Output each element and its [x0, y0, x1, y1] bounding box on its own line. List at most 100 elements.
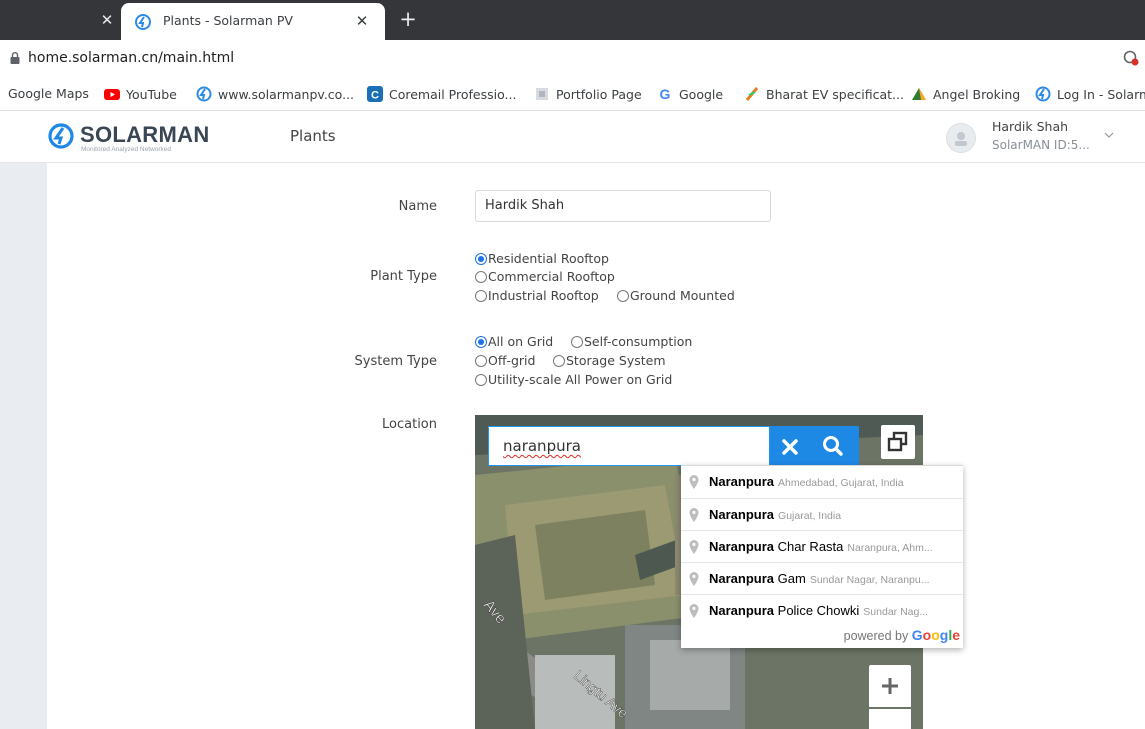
zoom-in-button[interactable]: [869, 665, 911, 707]
lock-icon[interactable]: [10, 52, 20, 64]
bookmark-coremail[interactable]: C Coremail Professio...: [367, 86, 516, 102]
extension-icon[interactable]: [1123, 49, 1139, 67]
radio-label: Industrial Rooftop: [488, 288, 599, 303]
bookmark-solarmanpv[interactable]: www.solarmanpv.co...: [196, 86, 354, 102]
suggestion-item[interactable]: Naranpura Ahmedabad, Gujarat, India: [681, 466, 963, 498]
suggestion-match: Naranpura: [709, 603, 775, 618]
name-field[interactable]: Hardik Shah: [475, 190, 771, 222]
radio-storage-system[interactable]: Storage System: [553, 352, 666, 369]
angel-icon: [912, 88, 926, 100]
bookmark-label: www.solarmanpv.co...: [218, 87, 355, 102]
left-sidebar: [0, 163, 47, 729]
suggestion-secondary: Naranpura, Ahm...: [847, 542, 933, 554]
radio-button[interactable]: [475, 290, 487, 302]
portfolio-icon: [536, 88, 548, 100]
bookmark-angel-broking[interactable]: Angel Broking: [911, 86, 1020, 102]
radio-button[interactable]: [553, 355, 565, 367]
google-logo: Google: [911, 627, 960, 643]
radio-utility-scale[interactable]: Utility-scale All Power on Grid: [475, 371, 672, 388]
radio-button[interactable]: [617, 290, 629, 302]
radio-self-consumption[interactable]: Self-consumption: [571, 333, 692, 350]
radio-button[interactable]: [475, 271, 487, 283]
suggestion-item[interactable]: Naranpura Gujarat, India: [681, 498, 963, 530]
suggestion-secondary: Gujarat, India: [778, 510, 842, 522]
new-tab-icon[interactable]: +: [397, 8, 419, 30]
solarman-logo-icon[interactable]: [48, 123, 74, 149]
bookmark-bharat-ev[interactable]: Bharat EV specificat...: [744, 86, 904, 102]
bookmark-google[interactable]: G Google: [657, 86, 724, 102]
radio-label: Storage System: [566, 353, 666, 368]
bookmark-label: Coremail Professio...: [389, 87, 517, 102]
suggestion-match: Naranpura: [709, 539, 775, 554]
radio-label: Residential Rooftop: [488, 251, 609, 266]
radio-industrial-rooftop[interactable]: Industrial Rooftop: [475, 287, 599, 304]
radio-button[interactable]: [475, 374, 487, 386]
radio-button[interactable]: [475, 355, 487, 367]
radio-residential-rooftop[interactable]: Residential Rooftop: [475, 250, 609, 267]
radio-all-on-grid[interactable]: All on Grid: [475, 333, 553, 350]
autocomplete-dropdown: Naranpura Ahmedabad, Gujarat, India Naran…: [681, 465, 963, 648]
map-pin-icon: [689, 508, 699, 522]
bookmark-log-in-solarman[interactable]: Log In - Solarm: [1035, 86, 1145, 102]
suggestion-main-rest: Char Rasta: [774, 539, 844, 554]
suggestion-secondary: Ahmedabad, Gujarat, India: [778, 477, 904, 489]
suggestion-secondary: Sundar Nagar, Naranpu...: [809, 574, 930, 586]
address-bar[interactable]: home.solarman.cn/main.html: [0, 40, 1145, 77]
logo-text[interactable]: SOLARMAN: [80, 122, 210, 148]
suggestion-item[interactable]: Naranpura Police Chowki Sundar Nag...: [681, 594, 963, 626]
tab-close-icon[interactable]: ✕: [353, 12, 371, 30]
logo-tagline: Monitored Analyzed Networked: [81, 146, 171, 153]
radio-ground-mounted[interactable]: Ground Mounted: [617, 287, 735, 304]
name-label: Name: [398, 199, 437, 214]
suggestion-match: Naranpura: [709, 571, 775, 586]
previous-tab-close-icon[interactable]: ✕: [98, 11, 116, 29]
radio-label: Self-consumption: [584, 334, 693, 349]
zoom-out-button[interactable]: [869, 709, 911, 729]
user-name[interactable]: Hardik Shah: [992, 119, 1068, 134]
radio-button-checked[interactable]: [475, 253, 487, 265]
radio-button[interactable]: [571, 336, 583, 348]
powered-by-text: powered by: [843, 629, 909, 643]
svg-text:G: G: [660, 86, 671, 102]
map-search-input[interactable]: naranpura: [488, 426, 770, 466]
nav-plants[interactable]: Plants: [290, 127, 336, 145]
suggestion-item[interactable]: Naranpura Char Rasta Naranpura, Ahm...: [681, 530, 963, 562]
solarman-favicon-icon: [135, 14, 151, 30]
bookmark-label: Google: [679, 87, 724, 102]
url-text[interactable]: home.solarman.cn/main.html: [28, 50, 234, 66]
svg-text:C: C: [371, 90, 379, 102]
search-icon: [823, 436, 843, 456]
radio-off-grid[interactable]: Off-grid: [475, 352, 535, 369]
radio-label: Off-grid: [488, 353, 536, 368]
suggestion-match: Naranpura: [709, 507, 775, 522]
radio-button-checked[interactable]: [475, 336, 487, 348]
avatar[interactable]: [946, 123, 976, 153]
map-pin-icon: [689, 604, 699, 618]
clear-search-button[interactable]: [770, 426, 810, 466]
bookmark-label: Log In - Solarm: [1057, 87, 1145, 102]
google-icon: G: [660, 86, 671, 102]
minus-icon: [869, 709, 911, 729]
solarman-icon: [196, 86, 212, 102]
fullscreen-button[interactable]: [881, 425, 915, 459]
fullscreen-icon: [887, 431, 908, 452]
ev-icon: [745, 87, 759, 101]
radio-label: Ground Mounted: [630, 288, 735, 303]
radio-commercial-rooftop[interactable]: Commercial Rooftop: [475, 268, 615, 285]
bookmark-youtube[interactable]: YouTube: [104, 86, 177, 102]
chevron-down-icon[interactable]: [1103, 131, 1115, 139]
radio-label: Utility-scale All Power on Grid: [488, 372, 673, 387]
map-pin-icon: [689, 572, 699, 586]
plant-form-page: Name Hardik Shah Plant Type Residential …: [0, 163, 1145, 729]
plus-icon: [882, 678, 898, 694]
map-search-query[interactable]: naranpura: [503, 437, 581, 455]
bookmark-portfolio[interactable]: Portfolio Page: [534, 86, 642, 102]
suggestion-item[interactable]: Naranpura Gam Sundar Nagar, Naranpu...: [681, 562, 963, 594]
map-search-button[interactable]: [810, 426, 859, 466]
suggestion-main-rest: Gam: [774, 571, 806, 586]
app-header: SOLARMAN Monitored Analyzed Networked Pl…: [0, 111, 1145, 163]
bookmark-label: Portfolio Page: [556, 87, 642, 102]
bookmark-google-maps[interactable]: Google Maps: [8, 86, 89, 102]
suggestion-secondary: Sundar Nag...: [863, 606, 929, 618]
browser-tab-active[interactable]: Plants - Solarman PV ✕: [121, 3, 385, 40]
